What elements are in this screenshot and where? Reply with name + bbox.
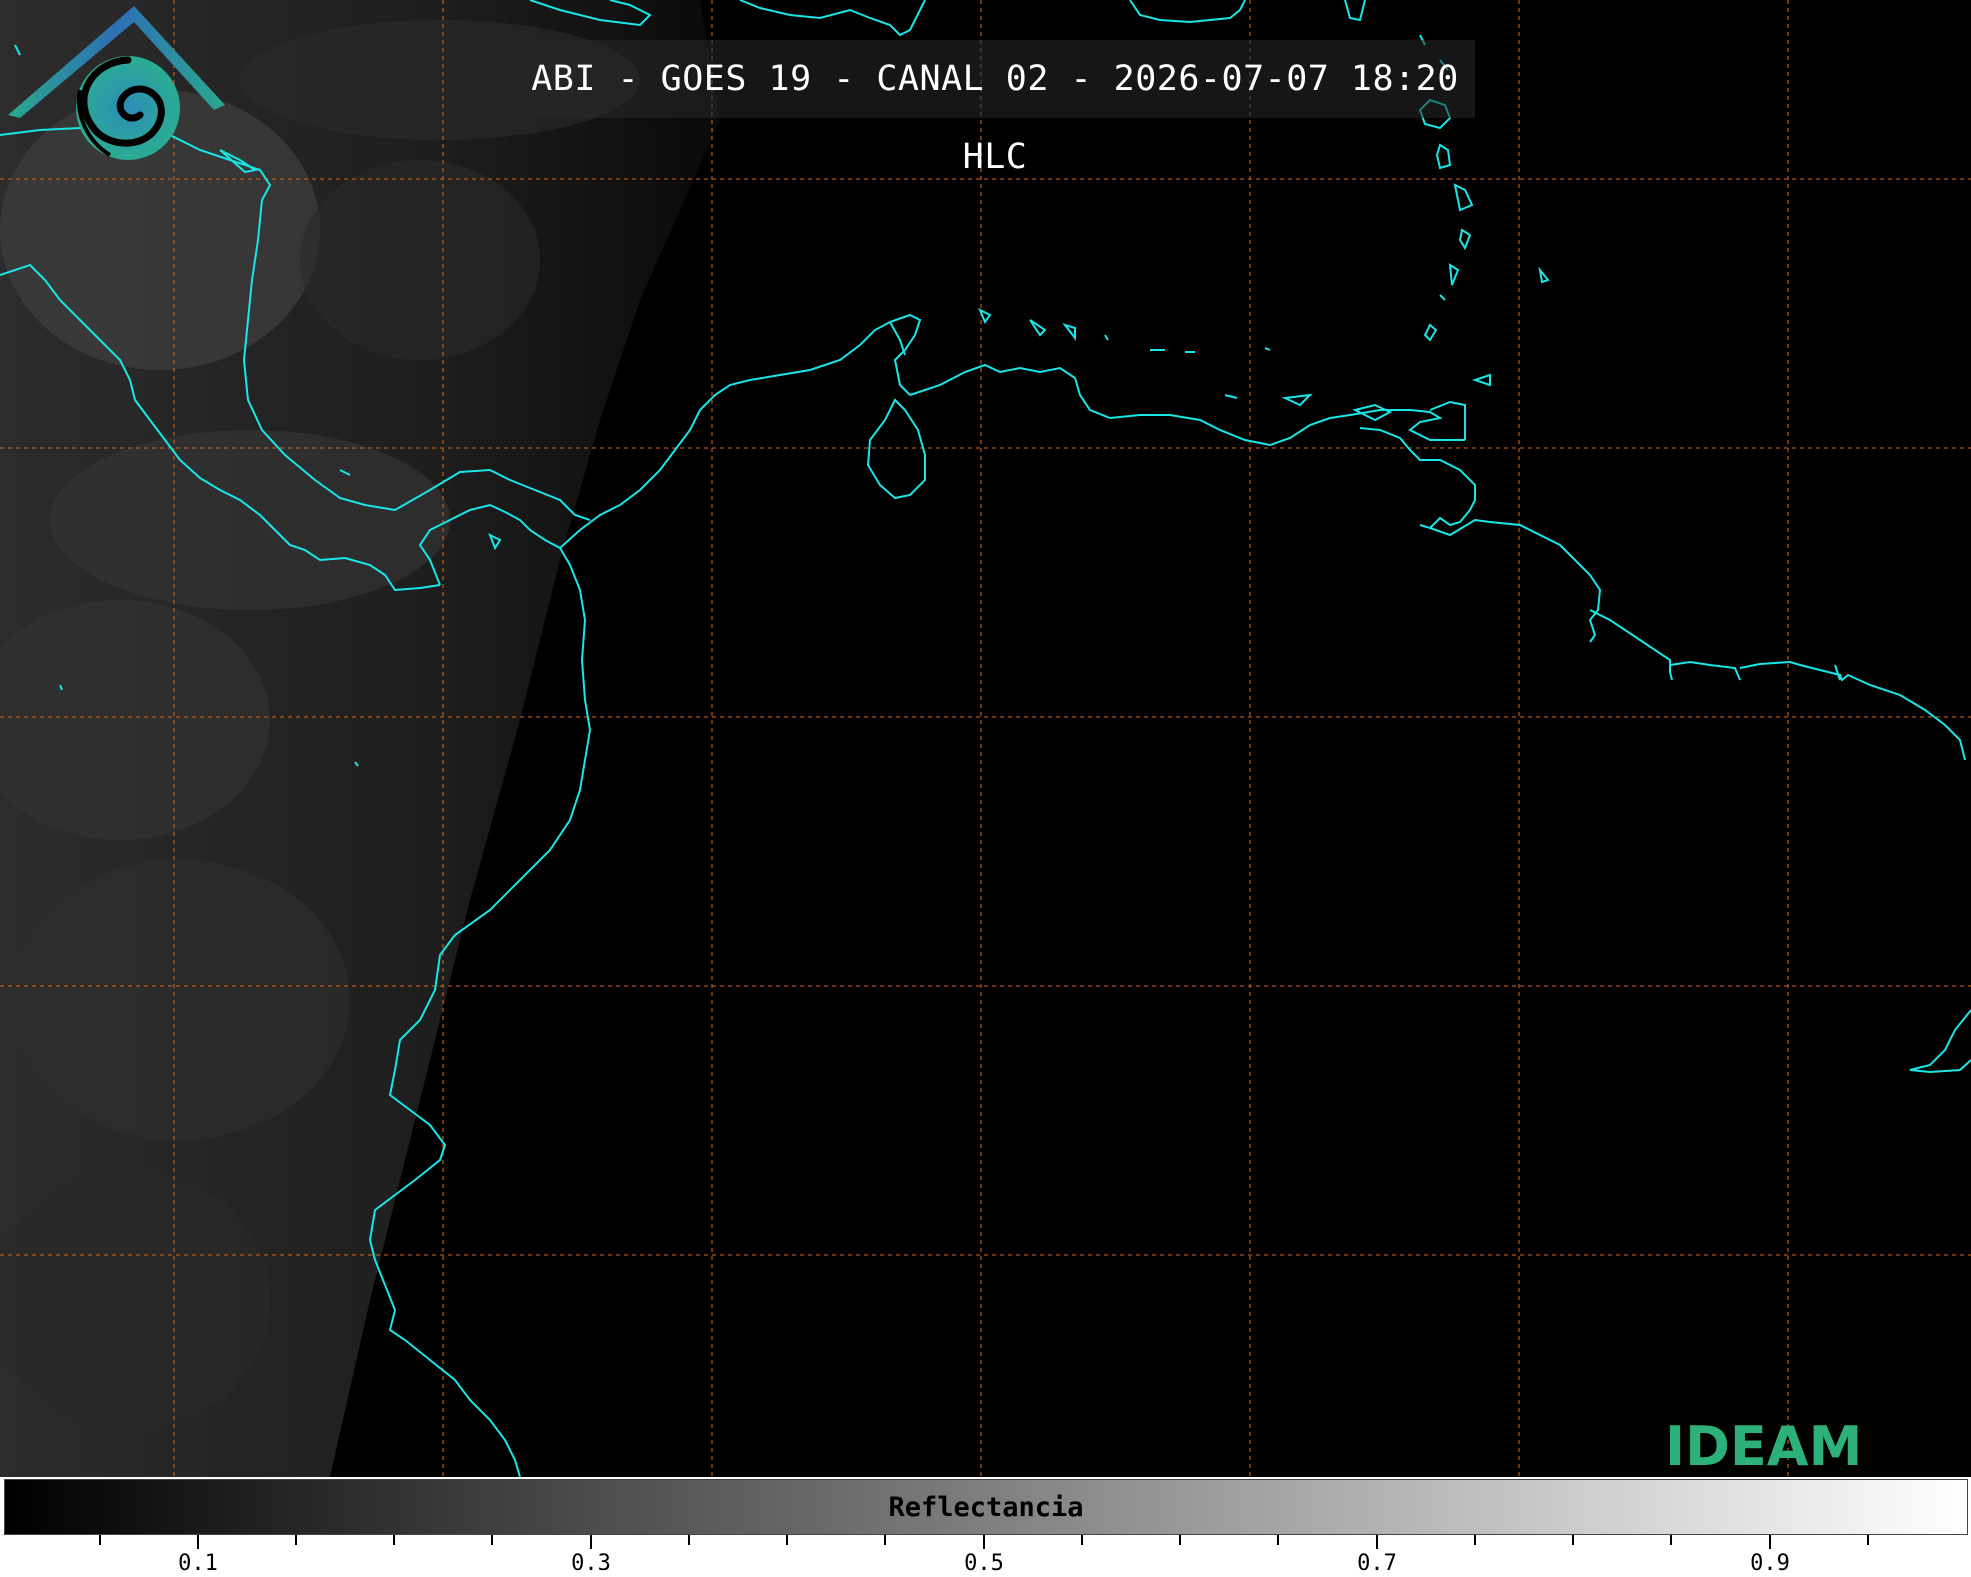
colorbar-minor-tick [1474, 1535, 1476, 1545]
colorbar-minor-tick [884, 1535, 886, 1545]
colorbar-major-tick [1376, 1535, 1378, 1549]
colorbar-major-tick [197, 1535, 199, 1549]
colorbar-minor-tick [1867, 1535, 1869, 1545]
colorbar-minor-tick [786, 1535, 788, 1545]
colorbar-minor-tick [1081, 1535, 1083, 1545]
colorbar-major-tick [590, 1535, 592, 1549]
colorbar-tick-label: 0.7 [1357, 1551, 1397, 1576]
colorbar-minor-tick [1277, 1535, 1279, 1545]
ideam-logo-icon [8, 6, 225, 160]
colorbar-tick-label: 0.5 [964, 1551, 1004, 1576]
colorbar-minor-tick [1670, 1535, 1672, 1545]
colorbar-minor-tick [491, 1535, 493, 1545]
colorbar-tick-label: 0.9 [1750, 1551, 1790, 1576]
ideam-logo-text: IDEAM [1665, 1415, 1863, 1477]
colorbar-tick-label: 0.3 [571, 1551, 611, 1576]
colorbar-minor-tick [393, 1535, 395, 1545]
colorbar-label: Reflectancia [888, 1492, 1084, 1523]
satellite-map: ABI - GOES 19 - CANAL 02 - 2026-07-07 18… [0, 0, 1971, 1477]
colorbar-ticks: 0.1 0.3 0.5 0.7 0.9 [0, 1535, 1971, 1577]
colorbar-minor-tick [1179, 1535, 1181, 1545]
map-layer [0, 0, 1971, 1477]
colorbar-major-tick [983, 1535, 985, 1549]
colorbar-minor-tick [1572, 1535, 1574, 1545]
colorbar-minor-tick [99, 1535, 101, 1545]
colorbar-major-tick [1769, 1535, 1771, 1549]
colorbar-minor-tick [688, 1535, 690, 1545]
colorbar-minor-tick [295, 1535, 297, 1545]
title-banner: ABI - GOES 19 - CANAL 02 - 2026-07-07 18… [515, 40, 1475, 177]
page-title: ABI - GOES 19 - CANAL 02 - 2026-07-07 18… [531, 59, 1459, 177]
colorbar: Reflectancia [4, 1479, 1968, 1535]
colorbar-tick-label: 0.1 [178, 1551, 218, 1576]
